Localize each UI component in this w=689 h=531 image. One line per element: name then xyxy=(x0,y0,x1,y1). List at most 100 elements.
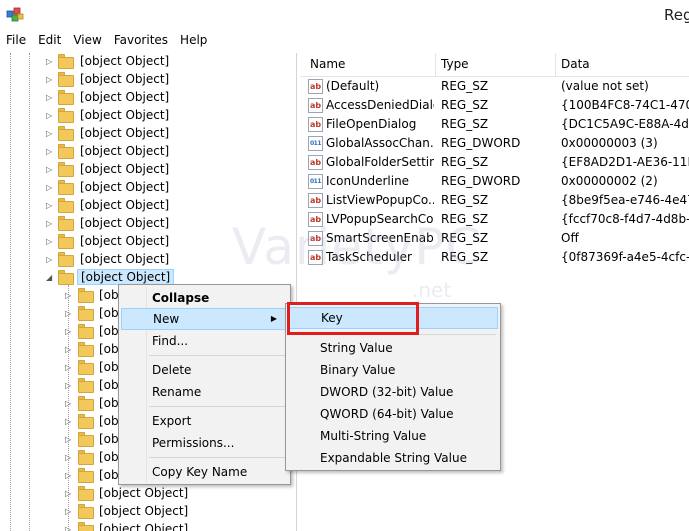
tree-item[interactable]: ▷ [object Object] xyxy=(0,521,296,531)
expand-arrow-icon[interactable]: ▷ xyxy=(65,309,73,319)
tree-item[interactable]: ▷ [object Object] xyxy=(0,197,296,215)
menu-view[interactable]: View xyxy=(67,31,107,52)
menu-favorites[interactable]: Favorites xyxy=(108,31,174,52)
expand-arrow-icon[interactable]: ▷ xyxy=(65,399,73,409)
registry-value-row[interactable]: abFileOpenDialog REG_SZ {DC1C5A9C-E88A-4dd… xyxy=(300,115,689,134)
folder-icon xyxy=(58,108,75,123)
value-name-cell: LVPopupSearchCo... xyxy=(326,212,434,226)
expand-arrow-icon[interactable]: ▷ xyxy=(46,237,54,247)
registry-editor-icon xyxy=(6,7,24,22)
menu-item-label: Permissions... xyxy=(152,436,235,450)
folder-icon xyxy=(58,90,75,105)
folder-icon xyxy=(78,504,95,519)
tree-item[interactable]: ▷ [object Object] xyxy=(0,125,296,143)
expand-arrow-icon[interactable]: ▷ xyxy=(46,165,54,175)
folder-icon xyxy=(78,378,95,393)
tree-item[interactable]: ▷ [object Object] xyxy=(0,251,296,269)
menu-item-find[interactable]: Find... xyxy=(121,330,288,352)
submenu-item-binary-value[interactable]: Binary Value xyxy=(288,359,498,381)
tree-item[interactable]: ▷ [object Object] xyxy=(0,503,296,521)
submenu-item-qword-value[interactable]: QWORD (64-bit) Value xyxy=(288,403,498,425)
folder-icon xyxy=(78,468,95,483)
tree-item[interactable]: ▷ [object Object] xyxy=(0,215,296,233)
tree-item[interactable]: ▷ [object Object] xyxy=(0,179,296,197)
tree-item[interactable]: ▷ [object Object] xyxy=(0,233,296,251)
value-type-cell: REG_SZ xyxy=(441,155,489,169)
expand-arrow-icon[interactable]: ▷ xyxy=(46,219,54,229)
menu-help[interactable]: Help xyxy=(174,31,213,52)
submenu-item-key[interactable]: Key xyxy=(288,307,498,329)
menu-separator xyxy=(149,457,286,458)
menu-item-permissions[interactable]: Permissions... xyxy=(121,432,288,454)
menu-file[interactable]: File xyxy=(0,31,32,52)
menu-edit[interactable]: Edit xyxy=(32,31,67,52)
expand-arrow-icon[interactable]: ▷ xyxy=(65,327,73,337)
tree-item-label: [object Object] xyxy=(80,108,170,122)
expand-arrow-icon[interactable]: ▷ xyxy=(46,75,54,85)
expand-arrow-icon[interactable]: ▷ xyxy=(46,93,54,103)
menu-item-label: QWORD (64-bit) Value xyxy=(320,407,454,421)
expand-arrow-icon[interactable]: ▷ xyxy=(46,255,54,265)
menu-item-copy-key-name[interactable]: Copy Key Name xyxy=(121,461,288,483)
submenu-item-string-value[interactable]: String Value xyxy=(288,337,498,359)
tree-item[interactable]: ▷ [object Object] xyxy=(0,485,296,503)
value-data-cell: {fccf70c8-f4d7-4d8b-8c1 xyxy=(561,212,689,226)
registry-value-row[interactable]: ab ListViewPopupCo... REG_SZ {8be9f5ea-e746… xyxy=(300,191,689,210)
menu-item-label: Find... xyxy=(152,334,189,348)
column-type-header[interactable]: Type xyxy=(441,57,469,71)
value-data-cell: 0x00000002 (2) xyxy=(561,174,658,188)
expand-arrow-icon[interactable]: ▷ xyxy=(65,417,73,427)
expand-arrow-icon[interactable]: ▷ xyxy=(46,183,54,193)
menu-item-new[interactable]: New ▶ xyxy=(121,308,288,330)
expand-arrow-icon[interactable]: ▷ xyxy=(65,471,73,481)
tree-item-label: [object Object] xyxy=(80,72,170,86)
tree-item-label: [object Object] xyxy=(80,144,170,158)
value-type-cell: REG_SZ xyxy=(441,117,489,131)
expand-arrow-icon[interactable]: ▷ xyxy=(46,111,54,121)
registry-value-row[interactable]: ab LVPopupSearchCo... REG_SZ {fccf70c8-f4d7… xyxy=(300,210,689,229)
registry-value-row[interactable]: ab TaskScheduler REG_SZ {0f87369f-a4e5-4cfc… xyxy=(300,248,689,267)
string-value-icon: ab xyxy=(308,98,323,113)
menu-item-export[interactable]: Export xyxy=(121,410,288,432)
registry-value-row[interactable]: 011 GlobalAssocChan... REG_DWORD 0x00000003… xyxy=(300,134,689,153)
menu-item-collapse[interactable]: Collapse xyxy=(121,287,288,309)
column-data-header[interactable]: Data xyxy=(561,57,590,71)
submenu-item-dword-value[interactable]: DWORD (32-bit) Value xyxy=(288,381,498,403)
registry-value-row[interactable]: abSmartScreenEnabl... REG_SZ Off xyxy=(300,229,689,248)
expand-arrow-icon[interactable]: ▷ xyxy=(65,453,73,463)
value-name-cell: IconUnderline xyxy=(326,174,410,188)
tree-item[interactable]: ▷ [object Object] xyxy=(0,161,296,179)
menu-separator xyxy=(149,406,286,407)
submenu-item-multi-string-value[interactable]: Multi-String Value xyxy=(288,425,498,447)
column-divider[interactable] xyxy=(435,53,436,77)
expand-arrow-icon[interactable]: ▷ xyxy=(65,525,73,531)
tree-item[interactable]: ▷ [object Object] xyxy=(0,89,296,107)
column-name-header[interactable]: Name xyxy=(310,57,345,71)
tree-item[interactable]: ▷ [object Object] xyxy=(0,53,296,71)
registry-value-row[interactable]: abAccessDeniedDialog REG_SZ {100B4FC8-74C1… xyxy=(300,96,689,115)
registry-value-row[interactable]: ab (Default) REG_SZ (value not set) xyxy=(300,77,689,96)
expand-arrow-icon[interactable]: ▷ xyxy=(65,489,73,499)
folder-icon xyxy=(58,180,75,195)
expand-arrow-icon[interactable]: ▷ xyxy=(65,381,73,391)
expand-arrow-icon[interactable]: ▷ xyxy=(65,507,73,517)
tree-item[interactable]: ▷ [object Object] xyxy=(0,107,296,125)
menu-item-delete[interactable]: Delete xyxy=(121,359,288,381)
registry-value-row[interactable]: abGlobalFolderSettin... REG_SZ {EF8AD2D1-A… xyxy=(300,153,689,172)
tree-item[interactable]: ▷ [object Object] xyxy=(0,143,296,161)
expand-arrow-icon[interactable]: ▷ xyxy=(65,363,73,373)
registry-value-row[interactable]: 011 IconUnderline REG_DWORD 0x00000002 (2) xyxy=(300,172,689,191)
expand-arrow-icon[interactable]: ▷ xyxy=(46,201,54,211)
expand-arrow-icon[interactable]: ▷ xyxy=(46,57,54,67)
menu-item-rename[interactable]: Rename xyxy=(121,381,288,403)
column-divider[interactable] xyxy=(555,53,556,77)
expand-arrow-icon[interactable]: ▷ xyxy=(65,345,73,355)
expand-arrow-icon[interactable]: ▷ xyxy=(65,291,73,301)
folder-icon xyxy=(58,234,75,249)
collapse-arrow-icon[interactable]: ◢ xyxy=(46,273,54,283)
expand-arrow-icon[interactable]: ▷ xyxy=(46,147,54,157)
submenu-item-expandable-string-value[interactable]: Expandable String Value xyxy=(288,447,498,469)
expand-arrow-icon[interactable]: ▷ xyxy=(46,129,54,139)
tree-item[interactable]: ▷ [object Object] xyxy=(0,71,296,89)
expand-arrow-icon[interactable]: ▷ xyxy=(65,435,73,445)
